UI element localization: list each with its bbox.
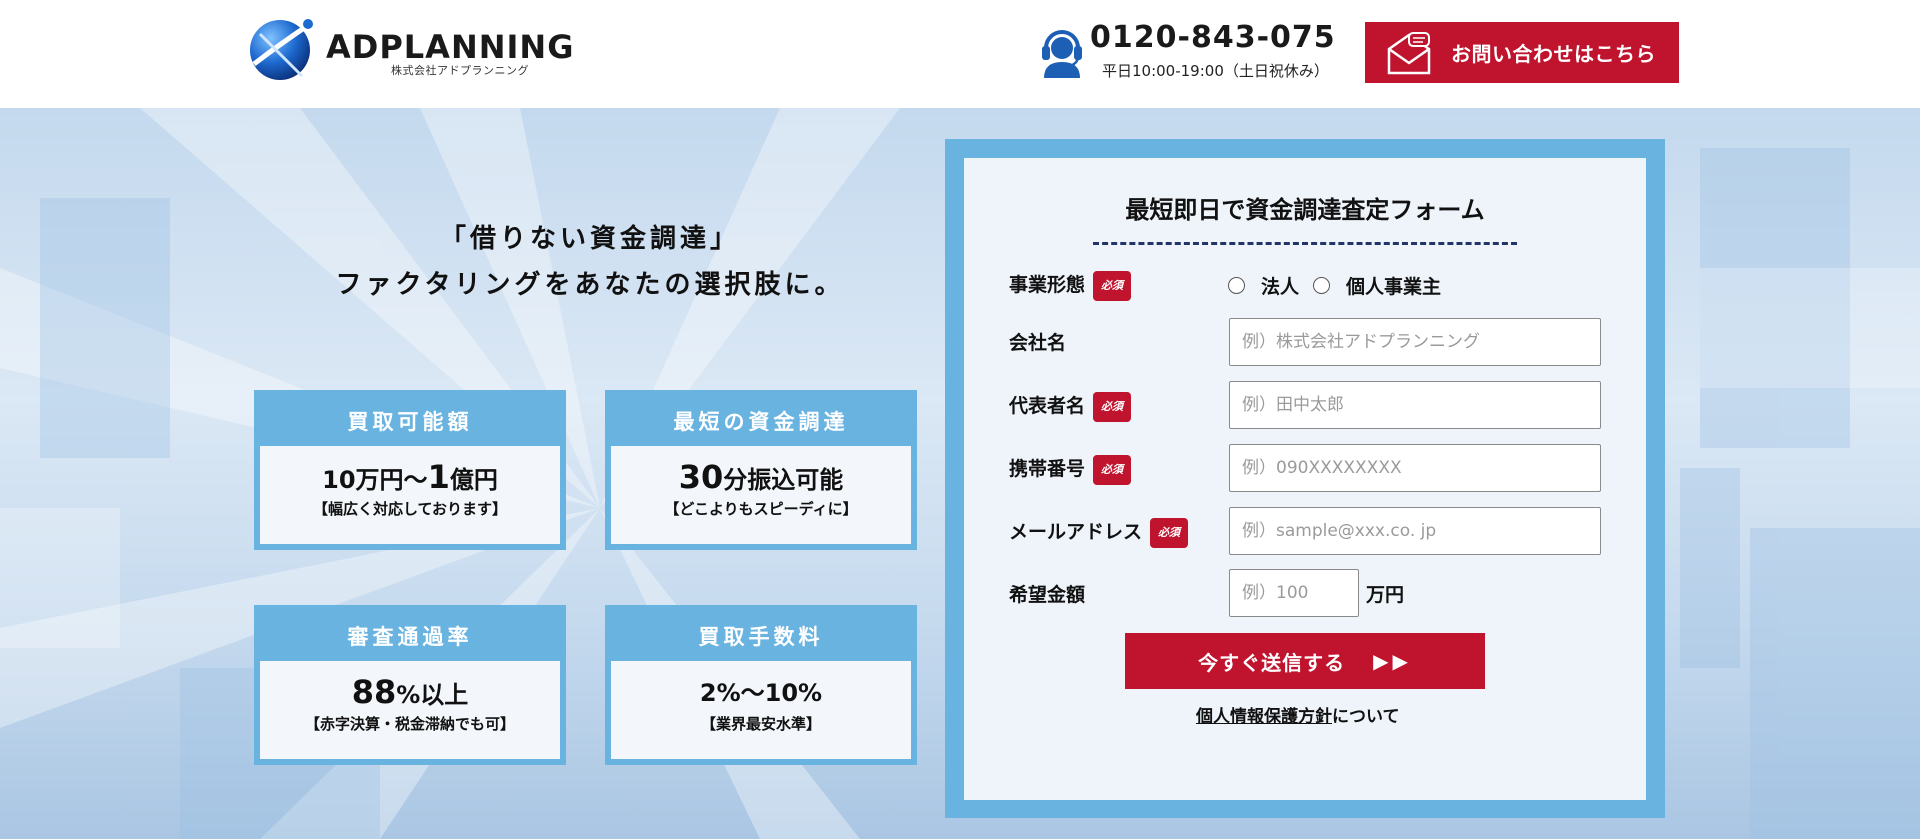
stat-card-fastest-funding: 最短の資金調達 30分振込可能 【どこよりもスピーディに】 xyxy=(605,390,917,550)
stat-card-approval-rate: 審査通過率 88%以上 【赤字決算・税金滞納でも可】 xyxy=(254,605,566,765)
stat-note: 【幅広く対応しております】 xyxy=(312,500,508,518)
form-title: 最短即日で資金調達査定フォーム xyxy=(1125,196,1485,224)
mobile-field[interactable] xyxy=(1229,444,1601,492)
stat-title: 審査通過率 xyxy=(347,625,473,649)
operator-headset-icon xyxy=(1042,30,1082,78)
business-type-radio-group: 法人 個人事業主 xyxy=(1228,272,1455,299)
submit-button[interactable]: 今すぐ送信する ▶▶ xyxy=(1125,633,1485,689)
required-badge: 必須 xyxy=(1093,270,1132,301)
stat-value: 2%〜10% xyxy=(699,679,823,707)
email-field[interactable] xyxy=(1229,507,1601,555)
privacy-note: 個人情報保護方針について xyxy=(1196,707,1400,727)
radio-corporation[interactable] xyxy=(1228,277,1245,294)
required-badge: 必須 xyxy=(1150,517,1189,548)
contact-button[interactable]: お問い合わせはこちら xyxy=(1365,22,1679,83)
tagline-line-1: 「借りない資金調達」 xyxy=(439,224,740,254)
amount-label: 希望金額 xyxy=(1009,584,1086,606)
logo-globe-icon xyxy=(250,19,313,80)
contact-button-label: お問い合わせはこちら xyxy=(1451,42,1656,66)
radio-sole-proprietor[interactable] xyxy=(1313,277,1331,294)
privacy-policy-link[interactable]: 個人情報保護方針 xyxy=(1196,707,1332,727)
site-header: ADPLANNING 株式会社アドプランニング 0120-843-075 平日1… xyxy=(0,0,1920,108)
logo[interactable]: ADPLANNING 株式会社アドプランニング xyxy=(246,14,596,84)
tagline-line-2: ファクタリングをあなたの選択肢に。 xyxy=(335,270,845,300)
company-field[interactable] xyxy=(1229,318,1601,366)
stat-value: 30分振込可能 xyxy=(678,458,844,496)
logo-wordmark: ADPLANNING xyxy=(326,28,575,66)
hero-tagline: 「借りない資金調達」 ファクタリングをあなたの選択肢に。 xyxy=(280,216,900,308)
email-label: メールアドレス 必須 xyxy=(1009,517,1189,548)
stat-note: 【どこよりもスピーディに】 xyxy=(664,500,858,518)
phone-contact[interactable]: 0120-843-075 平日10:00-19:00（土日祝休み） xyxy=(1040,20,1340,82)
stat-value: 10万円〜1億円 xyxy=(322,458,498,496)
stat-card-purchase-amount: 買取可能額 10万円〜1億円 【幅広く対応しております】 xyxy=(254,390,566,550)
business-type-label: 事業形態 必須 xyxy=(1009,270,1132,301)
amount-field[interactable] xyxy=(1229,569,1359,617)
phone-hours: 平日10:00-19:00（土日祝休み） xyxy=(1102,62,1329,80)
double-arrow-icon: ▶▶ xyxy=(1373,649,1412,673)
phone-number: 0120-843-075 xyxy=(1090,20,1336,55)
representative-field[interactable] xyxy=(1229,381,1601,429)
radio-sole-proprietor-label[interactable]: 個人事業主 xyxy=(1346,272,1441,299)
amount-unit: 万円 xyxy=(1366,584,1405,606)
mail-envelope-icon xyxy=(1387,31,1431,74)
required-badge: 必須 xyxy=(1093,454,1132,485)
stat-title: 買取可能額 xyxy=(347,410,473,434)
stat-card-fee: 買取手数料 2%〜10% 【業界最安水準】 xyxy=(605,605,917,765)
radio-corporation-label[interactable]: 法人 xyxy=(1261,272,1299,299)
stat-value: 88%以上 xyxy=(351,673,469,711)
required-badge: 必須 xyxy=(1093,391,1132,422)
stat-title: 買取手数料 xyxy=(698,625,824,649)
representative-label: 代表者名 必須 xyxy=(1009,391,1132,422)
stat-note: 【業界最安水準】 xyxy=(700,715,821,733)
mobile-label: 携帯番号 必須 xyxy=(1009,454,1132,485)
form-title-divider xyxy=(1093,242,1517,245)
stat-note: 【赤字決算・税金滞納でも可】 xyxy=(304,715,515,733)
company-label: 会社名 xyxy=(1009,332,1067,354)
stat-title: 最短の資金調達 xyxy=(673,410,849,434)
logo-company-name: 株式会社アドプランニング xyxy=(391,64,529,77)
submit-button-label: 今すぐ送信する xyxy=(1198,650,1346,675)
